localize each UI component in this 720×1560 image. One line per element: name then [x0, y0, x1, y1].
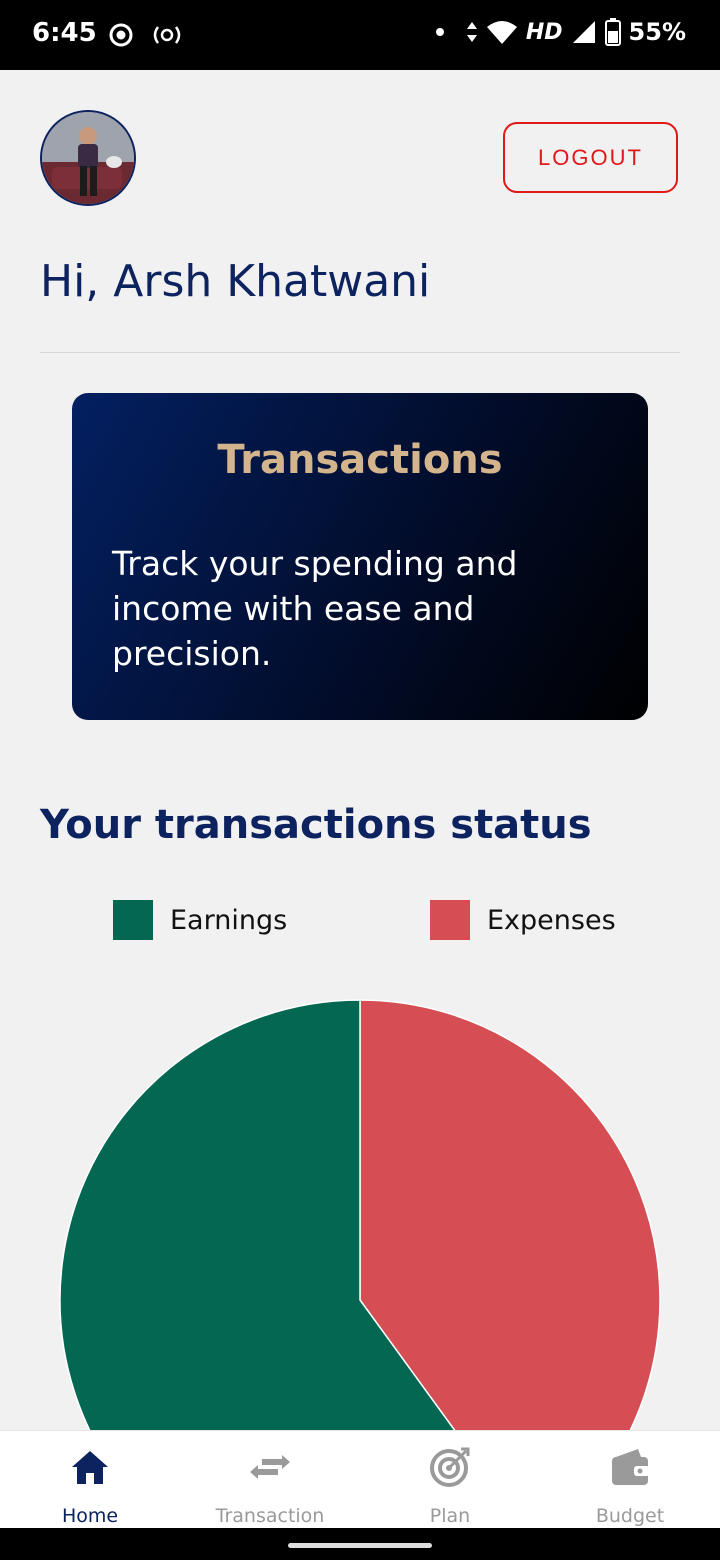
logout-button[interactable]: LOGOUT: [503, 122, 678, 193]
signal-icon: [572, 21, 595, 43]
nav-label-home: Home: [61, 1505, 119, 1527]
status-time: 6:45: [32, 18, 97, 48]
home-icon: [72, 1451, 108, 1484]
transactions-card[interactable]: Transactions Track your spending and inc…: [72, 393, 648, 720]
legend-swatch-expenses: [430, 900, 470, 940]
nav-item-home[interactable]: Home: [0, 1431, 180, 1529]
record-icon: [109, 23, 181, 47]
greeting: Hi, Arsh Khatwani: [40, 256, 431, 307]
status-bar: 6:45 HD 55%: [0, 0, 720, 70]
nav-item-transaction[interactable]: Transaction: [180, 1431, 360, 1529]
bottom-nav: Home Transaction Plan Budget: [0, 1430, 720, 1529]
wallet-icon: [612, 1449, 650, 1485]
legend-label-expenses: Expenses: [487, 904, 616, 936]
legend-swatch-earnings: [113, 900, 153, 940]
nav-label-transaction: Transaction: [215, 1505, 325, 1527]
card-description: Track your spending and income with ease…: [112, 544, 518, 673]
data-arrows-icon: [466, 22, 477, 42]
pie-chart-svg: [59, 999, 661, 1430]
section-title: Your transactions status: [40, 802, 592, 848]
target-icon: [430, 1447, 470, 1487]
network-type: HD: [525, 19, 563, 45]
wifi-icon: [486, 21, 517, 44]
legend-label-earnings: Earnings: [170, 904, 288, 936]
transactions-pie-chart: [0, 960, 720, 1430]
nav-label-plan: Plan: [429, 1505, 471, 1527]
card-title: Transactions: [217, 437, 503, 483]
gesture-bar: [0, 1528, 720, 1560]
divider: [40, 352, 680, 353]
avatar[interactable]: [40, 110, 136, 206]
swap-arrows-icon: [250, 1455, 290, 1479]
nav-item-plan[interactable]: Plan: [360, 1431, 540, 1529]
gesture-handle[interactable]: [288, 1543, 432, 1548]
status-right: HD 55%: [435, 18, 686, 46]
battery-percent: 55%: [628, 18, 686, 46]
nav-item-budget[interactable]: Budget: [540, 1431, 720, 1529]
legend-expenses: Expenses: [430, 900, 616, 940]
nav-label-budget: Budget: [595, 1505, 665, 1527]
user-avatar-icon: [42, 112, 134, 204]
dot-icon: [435, 28, 444, 36]
battery-icon: [604, 18, 621, 46]
legend-earnings: Earnings: [113, 900, 287, 940]
